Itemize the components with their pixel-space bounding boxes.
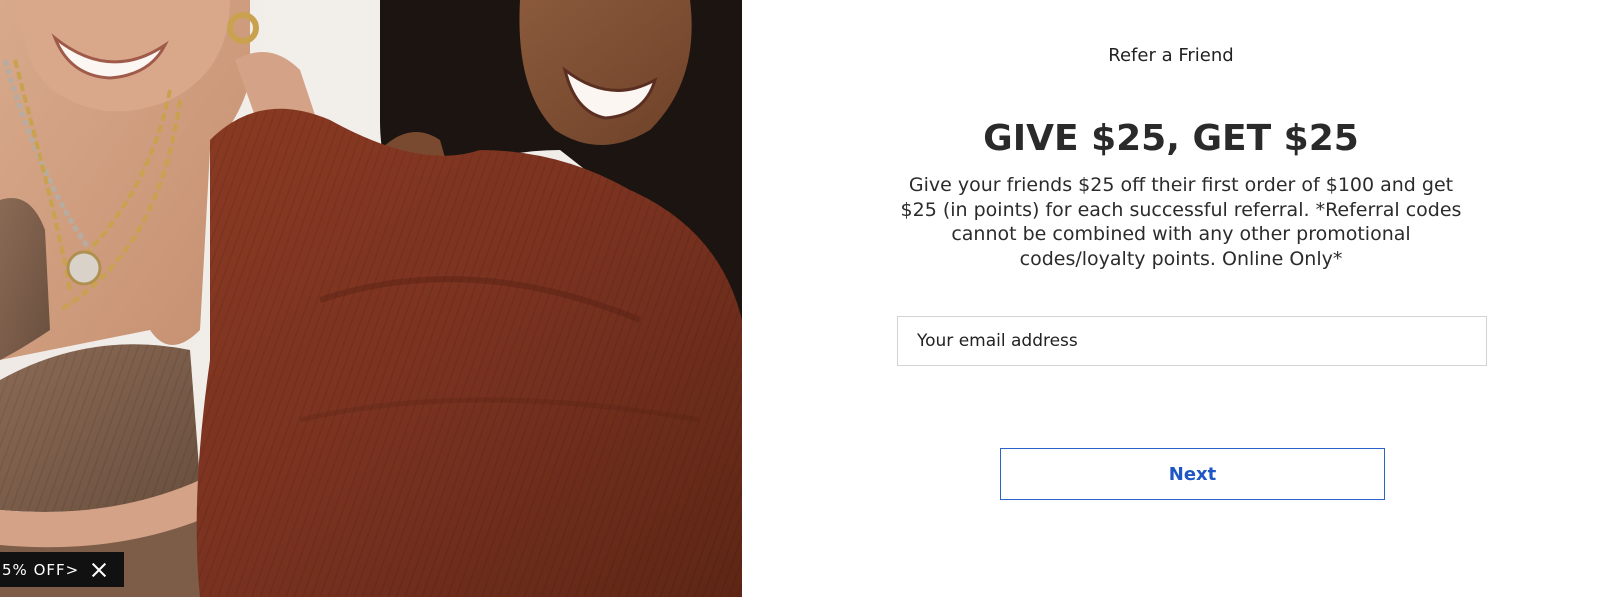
page-title: GIVE $25, GET $25 (983, 118, 1359, 159)
close-icon[interactable] (91, 562, 107, 578)
promo-tab[interactable]: 5% OFF> (0, 552, 124, 587)
hero-illustration (0, 0, 742, 597)
offer-description: Give your friends $25 off their first or… (900, 174, 1462, 270)
referral-panel: Refer a Friend GIVE $25, GET $25 Give yo… (742, 0, 1600, 597)
promo-label[interactable]: 5% OFF> (2, 561, 79, 579)
panel-eyebrow: Refer a Friend (1108, 45, 1234, 66)
next-button[interactable]: Next (1000, 448, 1385, 500)
hero-photo: 5% OFF> (0, 0, 742, 597)
referral-modal: 5% OFF> Refer a Friend GIVE $25, GET $25… (0, 0, 1600, 597)
email-field[interactable] (897, 316, 1487, 366)
